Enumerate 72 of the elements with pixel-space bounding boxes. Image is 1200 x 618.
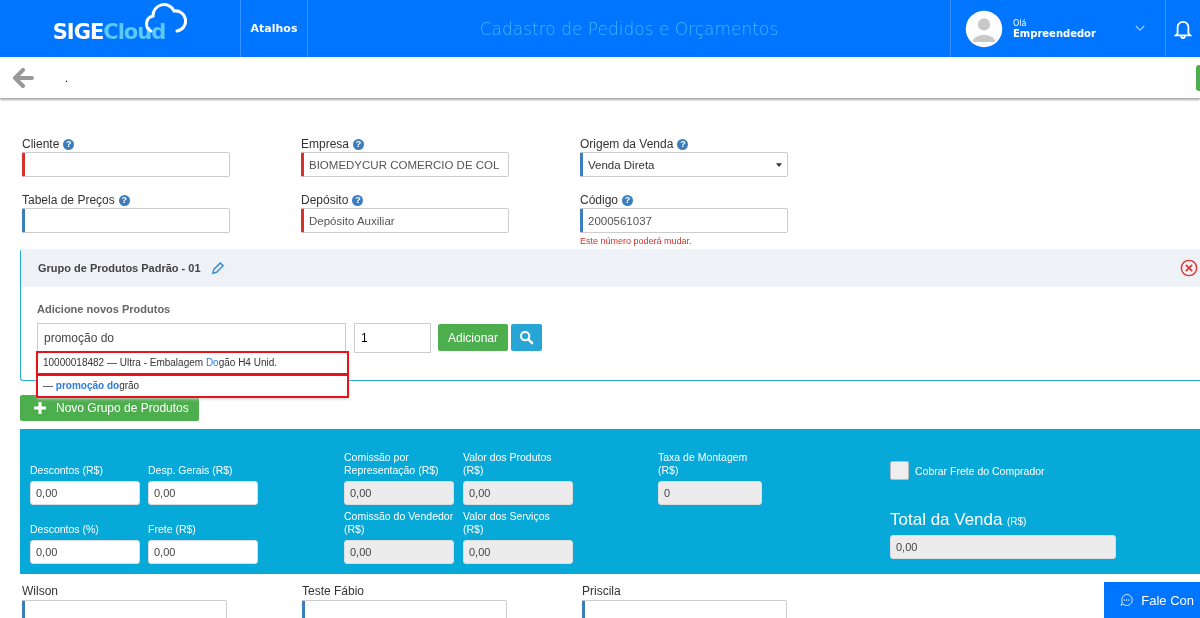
field-label: Origem da Venda	[580, 137, 674, 151]
currency-unit: (R$)	[1006, 516, 1027, 527]
amount-field[interactable]: 0,00	[148, 481, 258, 505]
amount-field[interactable]: 0,00	[463, 481, 573, 505]
field-label: Taxa de Montagem (R$)	[658, 451, 749, 477]
quantity-field[interactable]: 1	[354, 323, 431, 353]
user-name: Empreendedor	[1013, 27, 1096, 39]
field-label: Wilson	[22, 584, 59, 598]
suggestion-item[interactable]: 10000018482 — Ultra - Embalagem Dogão H4 Unid.	[38, 353, 347, 373]
pencil-icon[interactable]	[210, 261, 224, 275]
select-field[interactable]: Venda Direta	[580, 152, 788, 177]
input-field[interactable]: BIOMEDYCUR COMERCIO DE COL	[301, 152, 509, 177]
amount-field[interactable]: 0,00	[463, 540, 573, 564]
field-label: Cliente	[22, 137, 60, 151]
field-label: Depósito	[301, 193, 349, 207]
help-icon[interactable]: ?	[352, 194, 364, 206]
product-search-field[interactable]: promoção do	[37, 323, 346, 353]
field-label: Desp. Gerais (R$)	[148, 464, 234, 477]
amount-field[interactable]: 0	[658, 481, 762, 505]
greeting-text: Olá	[1013, 18, 1028, 28]
back-arrow-icon[interactable]	[12, 67, 34, 88]
help-icon[interactable]: ?	[118, 194, 130, 206]
action-button[interactable]	[1196, 64, 1200, 91]
search-icon	[519, 330, 535, 345]
checkbox-label: Cobrar Frete do Comprador	[915, 464, 1045, 477]
avatar-icon[interactable]	[965, 9, 1003, 48]
input-field[interactable]	[22, 208, 230, 233]
shortcuts-menu[interactable]: Atalhos	[240, 0, 308, 57]
field-label: Comissão por Representação (R$)	[344, 451, 440, 477]
checkbox[interactable]	[890, 461, 909, 480]
chevron-down-icon[interactable]	[1135, 25, 1145, 32]
field-label: Frete (R$)	[148, 523, 197, 536]
plus-icon	[34, 402, 46, 414]
search-button[interactable]	[511, 324, 543, 351]
total-field[interactable]: 0,00	[890, 535, 1116, 559]
help-icon[interactable]: ?	[353, 138, 365, 150]
notification-bell-icon[interactable]	[1174, 18, 1192, 39]
chat-button[interactable]: Fale Con	[1104, 582, 1200, 618]
help-icon[interactable]: ?	[677, 138, 689, 150]
amount-field[interactable]: 0,00	[344, 481, 454, 505]
field-label: Teste Fábio	[302, 584, 366, 598]
section-label: Adicione novos Produtos	[37, 303, 172, 315]
field-label: Empresa	[301, 137, 350, 151]
caret-icon	[776, 162, 782, 167]
field-label: Comissão do Vendedor (R$)	[344, 510, 454, 536]
field-label: Priscila	[582, 584, 622, 598]
suggestion-item[interactable]: — promoção dogrão	[38, 376, 347, 396]
close-icon[interactable]	[1180, 259, 1198, 277]
toolbar-text: .	[65, 71, 69, 84]
amount-field[interactable]: 0,00	[30, 540, 140, 564]
help-icon[interactable]: ?	[63, 138, 75, 150]
field-label: Tabela de Preços	[22, 193, 115, 207]
help-icon[interactable]: ?	[622, 194, 634, 206]
field-label: Descontos (R$)	[30, 464, 104, 477]
field-note: Este número poderá mudar.	[580, 236, 693, 246]
total-label: Total da Venda	[890, 510, 1003, 529]
app-logo[interactable]: SIGECloud	[0, 0, 240, 57]
field-label: Código	[580, 193, 619, 207]
input-field[interactable]	[302, 600, 507, 618]
field-label: Valor dos Serviços (R$)	[463, 510, 551, 536]
input-field[interactable]	[582, 600, 787, 618]
amount-field[interactable]: 0,00	[344, 540, 454, 564]
amount-field[interactable]: 0,00	[30, 481, 140, 505]
input-field[interactable]: Depósito Auxiliar	[301, 208, 509, 233]
field-label: Descontos (%)	[30, 523, 100, 536]
input-field[interactable]	[22, 600, 227, 618]
amount-field[interactable]: 0,00	[148, 540, 258, 564]
input-field[interactable]	[22, 152, 230, 177]
group-title: Grupo de Produtos Padrão - 01	[38, 262, 201, 274]
input-field[interactable]: 2000561037	[580, 208, 788, 233]
page-title: Cadastro de Pedidos e Orçamentos	[478, 17, 780, 41]
field-label: Valor dos Produtos (R$)	[463, 451, 553, 477]
